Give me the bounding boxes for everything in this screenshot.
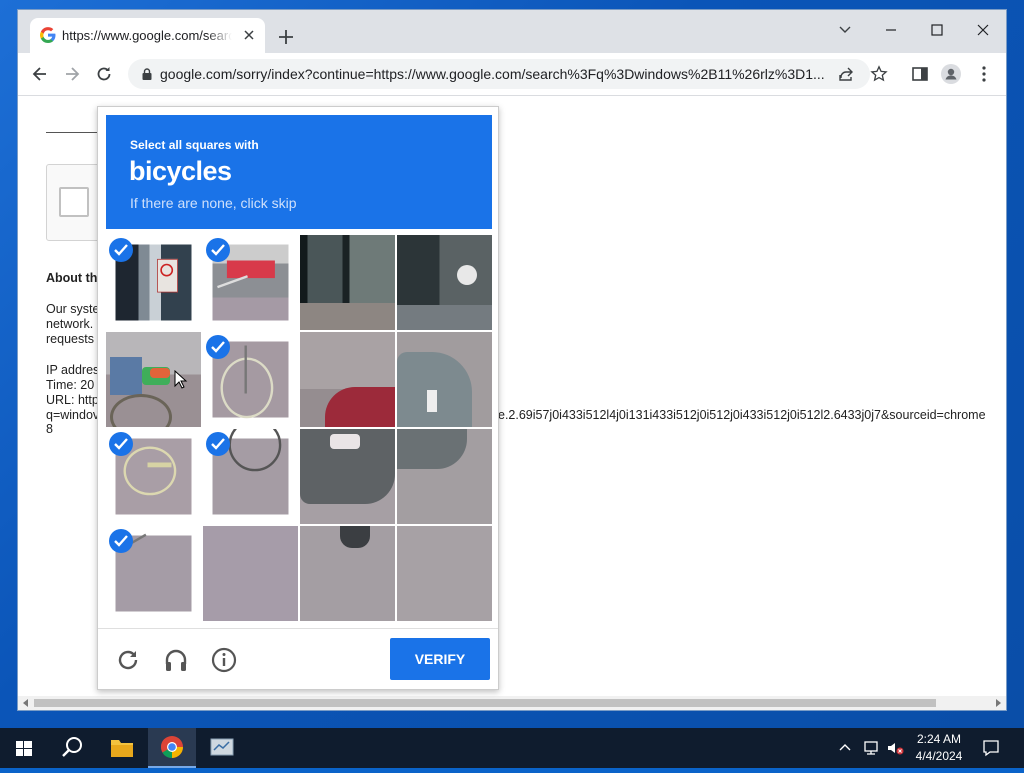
grid-tile-9[interactable] xyxy=(106,429,201,524)
tile-selected-check-icon xyxy=(109,432,133,456)
challenge-instruction: Select all squares with xyxy=(130,138,259,152)
minimize-icon[interactable] xyxy=(868,16,914,44)
scrollbar-thumb[interactable] xyxy=(34,699,936,707)
tile-image xyxy=(397,526,492,621)
scroll-left-icon[interactable] xyxy=(22,699,30,707)
share-icon[interactable] xyxy=(838,66,854,82)
network-icon[interactable] xyxy=(862,739,880,757)
menu-dots-icon[interactable] xyxy=(974,64,994,84)
side-panel-icon[interactable] xyxy=(910,64,930,84)
back-icon[interactable] xyxy=(30,64,50,84)
tile-selected-check-icon xyxy=(109,238,133,262)
clock-date: 4/4/2024 xyxy=(915,749,963,763)
grid-tile-1[interactable] xyxy=(106,235,201,330)
lock-icon[interactable] xyxy=(140,67,154,81)
recaptcha-checkbox[interactable] xyxy=(59,187,89,217)
notifications-icon[interactable] xyxy=(981,738,1001,758)
grid-tile-16[interactable] xyxy=(397,526,492,621)
body-line: Our syste xyxy=(46,302,100,316)
tile-image xyxy=(300,332,395,427)
tile-selected-check-icon xyxy=(109,529,133,553)
tab-search-chevron-icon[interactable] xyxy=(822,16,868,44)
tile-image xyxy=(300,526,395,621)
about-heading: About th xyxy=(46,271,98,285)
ip-label: IP addres xyxy=(46,363,100,377)
file-explorer-icon[interactable] xyxy=(98,728,146,768)
google-icon xyxy=(40,27,56,43)
taskbar: 2:24 AM 4/4/2024 xyxy=(0,728,1024,768)
verify-button[interactable]: VERIFY xyxy=(390,638,490,680)
forward-icon[interactable] xyxy=(62,64,82,84)
bookmark-star-icon[interactable] xyxy=(870,65,888,83)
close-tab-icon[interactable] xyxy=(241,27,257,43)
grid-tile-2[interactable] xyxy=(203,235,298,330)
system-clock[interactable]: 2:24 AM 4/4/2024 xyxy=(910,731,968,765)
challenge-hint: If there are none, click skip xyxy=(130,195,297,211)
url-line: q=windov xyxy=(46,408,100,422)
windows-start-icon[interactable] xyxy=(0,728,48,768)
challenge-object: bicycles xyxy=(129,156,232,186)
tab-title: https://www.google.com/search?q xyxy=(62,28,232,43)
url-tail: e.2.69i57j0i433i512l4j0i131i433i512j0i51… xyxy=(498,408,986,422)
grid-tile-13[interactable] xyxy=(106,526,201,621)
challenge-footer: VERIFY xyxy=(98,628,498,690)
tile-selected-check-icon xyxy=(206,432,230,456)
tile-image xyxy=(300,429,395,524)
image-grid xyxy=(106,235,492,621)
new-tab-icon[interactable] xyxy=(276,27,296,47)
grid-tile-8[interactable] xyxy=(397,332,492,427)
tile-image xyxy=(397,235,492,330)
url-label: URL: http xyxy=(46,393,99,407)
tab-google-search[interactable]: https://www.google.com/search?q xyxy=(30,18,265,53)
close-window-icon[interactable] xyxy=(960,16,1006,44)
tab-strip: https://www.google.com/search?q xyxy=(18,10,1006,53)
scroll-right-icon[interactable] xyxy=(994,699,1002,707)
grid-tile-3[interactable] xyxy=(300,235,395,330)
challenge-header: Select all squares with bicycles If ther… xyxy=(106,115,492,229)
chrome-taskbar-button[interactable] xyxy=(148,728,196,768)
grid-tile-11[interactable] xyxy=(300,429,395,524)
recaptcha-challenge: Select all squares with bicycles If ther… xyxy=(97,106,499,690)
clock-time: 2:24 AM xyxy=(916,732,962,746)
chrome-icon xyxy=(161,736,183,758)
time-label: Time: 20 xyxy=(46,378,95,392)
grid-tile-15[interactable] xyxy=(300,526,395,621)
tile-selected-check-icon xyxy=(206,335,230,359)
grid-tile-4[interactable] xyxy=(397,235,492,330)
info-icon[interactable] xyxy=(211,647,237,673)
maximize-icon[interactable] xyxy=(914,16,960,44)
reload-icon[interactable] xyxy=(94,64,114,84)
browser-toolbar: google.com/sorry/index?continue=https://… xyxy=(18,53,1006,96)
url-text: google.com/sorry/index?continue=https://… xyxy=(160,66,825,82)
network-app-icon[interactable] xyxy=(198,728,246,768)
profile-avatar-icon[interactable] xyxy=(941,64,961,84)
tile-selected-check-icon xyxy=(206,238,230,262)
grid-tile-12[interactable] xyxy=(397,429,492,524)
horizontal-scrollbar[interactable] xyxy=(18,696,1006,710)
search-icon[interactable] xyxy=(48,728,96,768)
tile-image xyxy=(397,429,492,524)
tile-image xyxy=(397,332,492,427)
mouse-cursor-icon xyxy=(174,370,188,389)
tile-image xyxy=(300,235,395,330)
reload-challenge-icon[interactable] xyxy=(115,647,141,673)
grid-tile-6[interactable] xyxy=(203,332,298,427)
grid-tile-14[interactable] xyxy=(203,526,298,621)
volume-muted-icon[interactable] xyxy=(886,739,904,757)
chevron-up-icon[interactable] xyxy=(838,741,852,755)
body-line: requests xyxy=(46,332,94,346)
url-line: 8 xyxy=(46,422,53,436)
grid-tile-10[interactable] xyxy=(203,429,298,524)
body-line: network. xyxy=(46,317,94,331)
tile-image xyxy=(203,526,298,621)
audio-challenge-icon[interactable] xyxy=(163,647,189,673)
address-bar[interactable]: google.com/sorry/index?continue=https://… xyxy=(128,59,888,89)
grid-tile-7[interactable] xyxy=(300,332,395,427)
